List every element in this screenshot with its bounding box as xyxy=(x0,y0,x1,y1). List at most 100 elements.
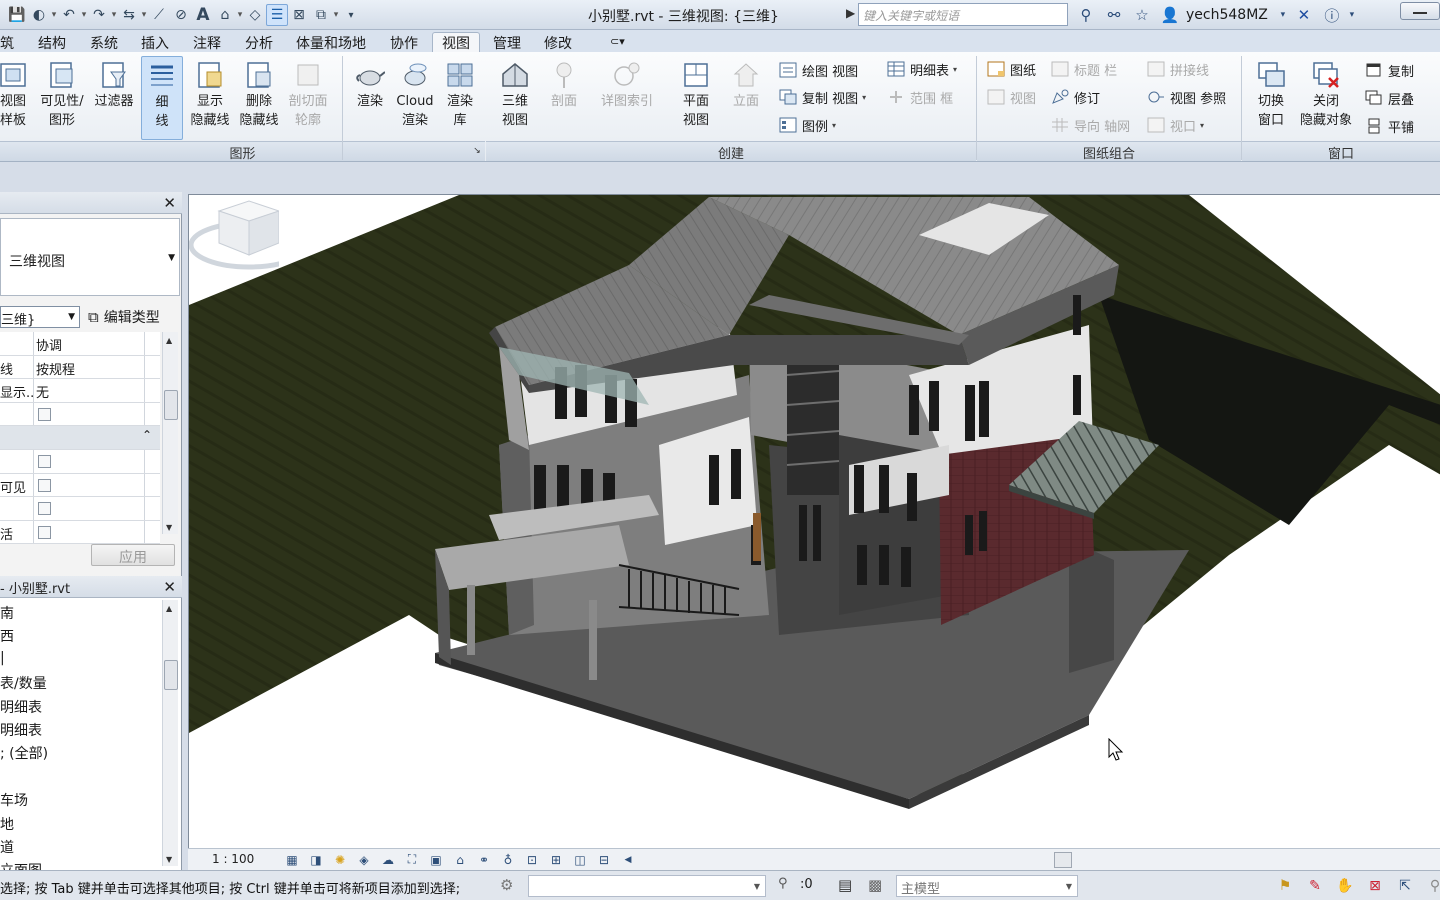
expand-arrow-icon[interactable]: ▶ xyxy=(846,6,855,20)
help-icon[interactable]: ⓘ xyxy=(1318,4,1346,26)
view-templates-button[interactable]: 视图 样板 xyxy=(0,56,32,140)
select-links-icon[interactable]: ⚑ xyxy=(1270,876,1300,896)
tab-massing-site[interactable]: 体量和场地 xyxy=(296,32,366,52)
tree-item[interactable]: 地 xyxy=(0,812,160,835)
3d-viewport[interactable] xyxy=(188,194,1440,848)
analytical-model-icon[interactable]: ⊞ xyxy=(544,851,568,868)
visibility-graphics-button[interactable]: 可见性/ 图形 xyxy=(36,56,88,140)
scroll-down-icon[interactable]: ▼ xyxy=(166,855,172,864)
scroll-thumb[interactable] xyxy=(164,390,178,420)
scroll-thumb[interactable] xyxy=(164,660,178,690)
minimize-button[interactable] xyxy=(1400,2,1440,20)
user-name[interactable]: yech548MZ xyxy=(1186,7,1268,23)
scroll-left-icon[interactable]: ◀ xyxy=(616,851,640,868)
user-icon[interactable]: 👤 xyxy=(1156,4,1184,26)
scope-box-button[interactable]: 范围 框 xyxy=(886,85,953,109)
tab-architecture[interactable]: 筑 xyxy=(0,32,14,52)
elevation-button[interactable]: 立面 xyxy=(726,56,766,140)
cut-profile-button[interactable]: 剖切面 轮廓 xyxy=(284,56,332,140)
callout-button[interactable]: 详图索引 xyxy=(596,56,658,140)
scroll-up-icon[interactable]: ▲ xyxy=(166,336,172,345)
exchange-icon[interactable]: ✕ xyxy=(1290,4,1318,26)
place-view-button[interactable]: 视图 xyxy=(986,85,1036,109)
filter-icon[interactable]: ⚲ xyxy=(778,876,788,891)
select-by-face-icon[interactable]: ⊠ xyxy=(1360,876,1390,896)
redo-icon[interactable]: ↷ xyxy=(88,4,110,26)
switch-windows-icon[interactable]: ⧉ xyxy=(310,4,332,26)
horizontal-scroll-thumb[interactable] xyxy=(1054,852,1072,868)
render-button[interactable]: 渲染 xyxy=(350,56,390,140)
remove-hidden-lines-button[interactable]: 删除 隐藏线 xyxy=(235,56,283,140)
checkbox[interactable] xyxy=(38,502,51,516)
reveal-hidden-icon[interactable]: ♁ xyxy=(496,851,520,868)
tree-item[interactable]: 明细表 xyxy=(0,718,160,741)
temporary-hide-icon[interactable]: ⚭ xyxy=(472,851,496,868)
3d-view-button[interactable]: 三维 视图 xyxy=(494,56,536,140)
cloud-render-button[interactable]: Cloud 渲染 xyxy=(392,56,438,140)
reveal-constraints-icon[interactable]: ⊟ xyxy=(592,851,616,868)
visual-style-icon[interactable]: ◨ xyxy=(304,851,328,868)
viewports-button[interactable]: 视口 ▾ xyxy=(1146,113,1204,137)
revisions-button[interactable]: 修订 xyxy=(1050,85,1100,109)
highlight-displacement-icon[interactable]: ◫ xyxy=(568,851,592,868)
text-icon[interactable]: A xyxy=(192,4,214,26)
property-group-header[interactable]: ⌃ xyxy=(0,426,160,450)
user-menu-chevron-icon[interactable]: ▾ xyxy=(1276,4,1290,26)
level-icon[interactable]: ⇆ xyxy=(118,4,140,26)
thin-lines-button[interactable]: 细 线 xyxy=(141,56,183,140)
property-row[interactable]: 线按规程 xyxy=(0,355,160,380)
property-row[interactable] xyxy=(0,497,160,521)
select-underlay-icon[interactable]: ✎ xyxy=(1300,876,1330,896)
measure-icon[interactable]: ⟋ xyxy=(148,4,170,26)
tree-item[interactable]: 南 xyxy=(0,601,160,624)
replicate-button[interactable]: 复制 xyxy=(1364,58,1414,82)
property-row[interactable]: 可见 xyxy=(0,473,160,498)
instance-dropdown[interactable]: 三维} ▼ xyxy=(0,306,80,328)
search-input[interactable]: 键入关键字或短语 xyxy=(858,3,1068,26)
section-icon[interactable]: ◇ xyxy=(244,4,266,26)
tab-insert[interactable]: 插入 xyxy=(141,32,169,52)
duplicate-view-button[interactable]: 复制 视图 ▾ xyxy=(778,85,866,109)
tab-structure[interactable]: 结构 xyxy=(38,32,66,52)
workset-dropdown[interactable]: ▼ xyxy=(528,875,766,897)
scroll-down-icon[interactable]: ▼ xyxy=(166,523,172,532)
property-row[interactable] xyxy=(0,402,160,427)
design-option-dropdown[interactable]: 主模型 ▼ xyxy=(896,875,1078,897)
temporary-view-properties-icon[interactable]: ⊡ xyxy=(520,851,544,868)
cascade-button[interactable]: 层叠 xyxy=(1364,86,1414,110)
checkbox[interactable] xyxy=(38,454,51,468)
select-pinned-icon[interactable]: ✋ xyxy=(1330,876,1360,896)
thin-lines-icon[interactable]: ☰ xyxy=(266,4,288,26)
tab-annotate[interactable]: 注释 xyxy=(193,32,221,52)
checkbox[interactable] xyxy=(38,478,51,492)
switch-windows-button[interactable]: 切换 窗口 xyxy=(1250,56,1292,140)
dimension-icon[interactable]: ⊘ xyxy=(170,4,192,26)
tab-manage[interactable]: 管理 xyxy=(493,32,521,52)
binoculars-icon[interactable]: ⚲ xyxy=(1072,4,1100,26)
rendering-dialog-icon[interactable]: ☁ xyxy=(376,851,400,868)
tree-item[interactable]: 明细表 xyxy=(0,695,160,718)
tree-item[interactable]: ; (全部) xyxy=(0,741,160,764)
unlocked-3d-icon[interactable]: ⌂ xyxy=(448,851,472,868)
render-gallery-button[interactable]: 渲染 库 xyxy=(440,56,480,140)
close-hidden-icon[interactable]: ⊠ xyxy=(288,4,310,26)
tab-view[interactable]: 视图 xyxy=(432,32,480,52)
help-menu-chevron-icon[interactable]: ▾ xyxy=(1346,4,1358,26)
design-options-icon[interactable]: ▩ xyxy=(868,876,882,894)
property-row[interactable]: 协调 xyxy=(0,332,160,356)
type-selector[interactable]: 三维视图 ▼ xyxy=(0,218,180,296)
customize-qa-icon[interactable]: ▾ xyxy=(340,4,362,26)
legends-button[interactable]: 图例 ▾ xyxy=(778,113,836,137)
save-icon[interactable]: 💾 xyxy=(6,4,28,26)
tree-item[interactable]: 道 xyxy=(0,835,160,858)
tree-item[interactable]: | xyxy=(0,648,160,671)
edit-type-button[interactable]: ⧉ 编辑类型 xyxy=(88,305,160,329)
default-3d-icon[interactable]: ⌂ xyxy=(214,4,236,26)
apply-button[interactable]: 应用 xyxy=(91,544,175,566)
properties-scrollbar[interactable]: ▲ ▼ xyxy=(162,332,178,534)
matchline-button[interactable]: 拼接线 xyxy=(1146,57,1209,81)
tree-item[interactable]: 西 xyxy=(0,624,160,647)
checkbox[interactable] xyxy=(38,525,51,539)
subscription-icon[interactable]: ⚯ xyxy=(1100,4,1128,26)
favorites-icon[interactable]: ☆ xyxy=(1128,4,1156,26)
